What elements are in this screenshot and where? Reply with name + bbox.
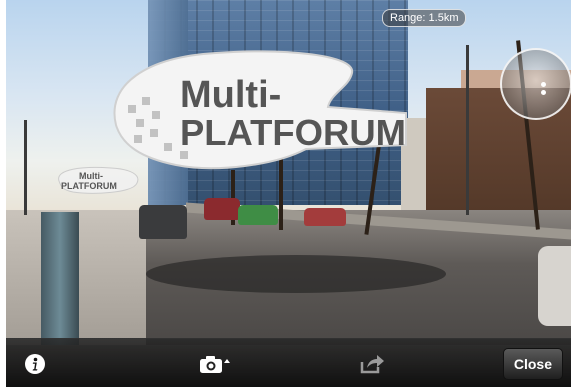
share-button[interactable] <box>352 339 392 387</box>
close-button[interactable]: Close <box>502 348 563 380</box>
poi-marker-small-line1: Multi- <box>79 171 103 181</box>
ar-browser-screen: Multi- PLATFORUM Multi- PLATFORUM Range:… <box>6 0 571 387</box>
poi-marker-small-line2: PLATFORUM <box>61 181 117 191</box>
radar-poi-dot <box>541 82 546 87</box>
bottom-toolbar: Close <box>6 338 571 387</box>
radar[interactable] <box>500 48 571 120</box>
info-icon <box>25 353 45 374</box>
poi-marker-large-line2: PLATFORUM <box>180 112 406 153</box>
camera-button[interactable] <box>189 339 241 387</box>
share-icon <box>360 354 384 373</box>
caret-up-icon <box>224 358 230 363</box>
radar-poi-dot <box>541 90 546 95</box>
info-button[interactable] <box>18 339 52 387</box>
camera-icon <box>200 355 230 373</box>
poi-marker-large[interactable]: Multi- PLATFORUM <box>106 45 410 180</box>
range-indicator: Range: 1.5km <box>382 9 467 27</box>
poi-marker-large-line1: Multi- <box>180 74 281 116</box>
